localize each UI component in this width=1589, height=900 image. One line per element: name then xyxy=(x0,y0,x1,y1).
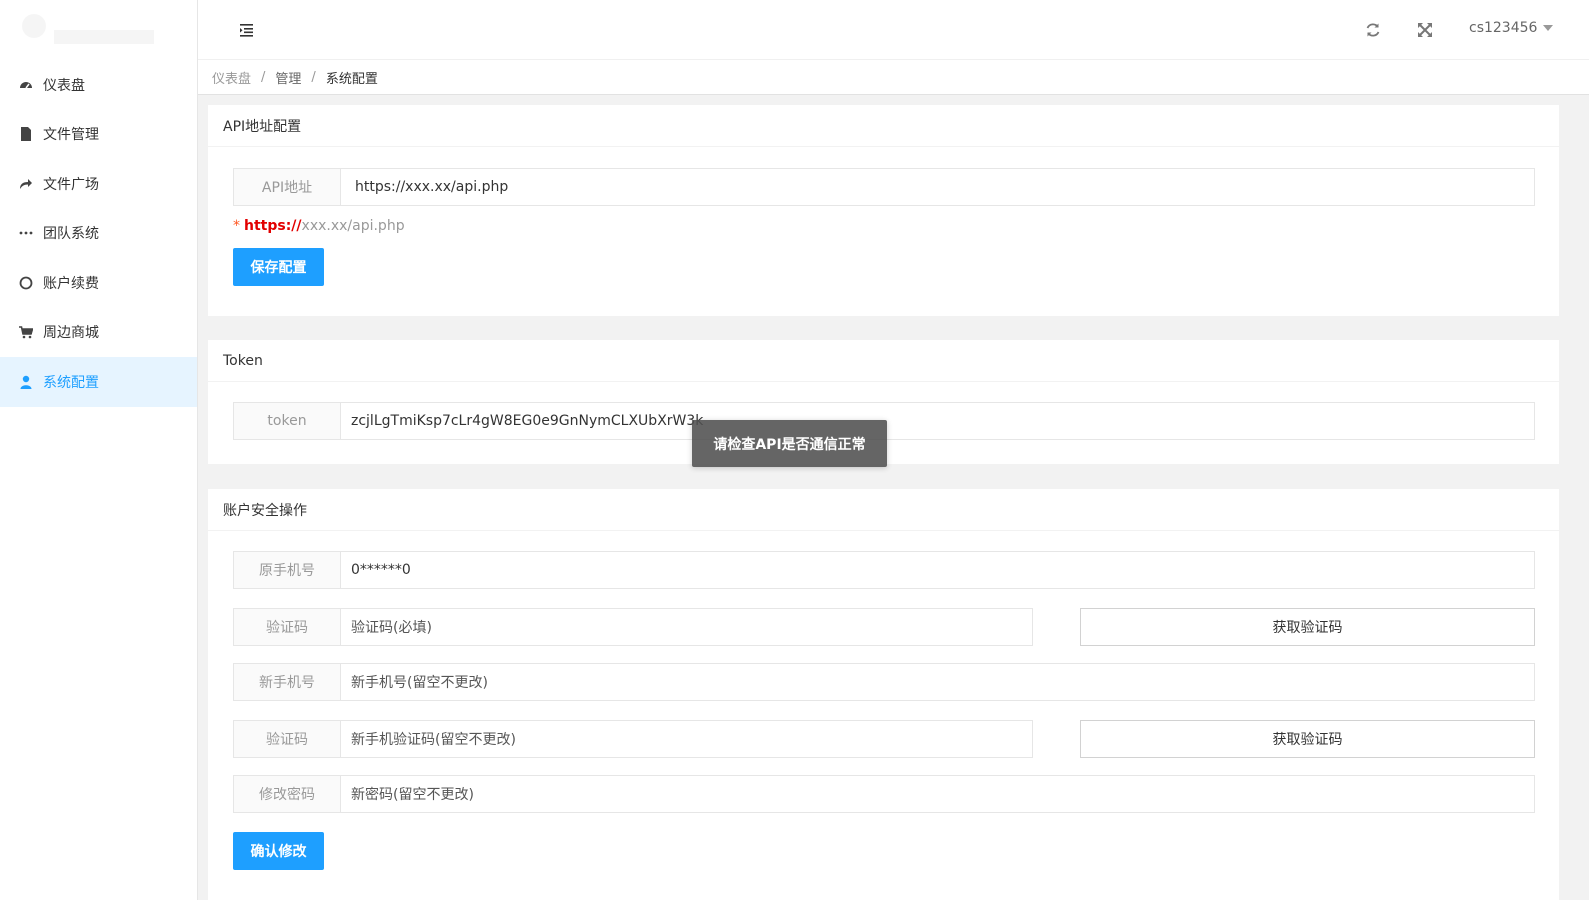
dashboard-icon xyxy=(19,78,33,92)
card-title: 账户安全操作 xyxy=(208,489,1559,531)
sidebar-item-label: 仪表盘 xyxy=(43,77,85,94)
api-url-input[interactable]: https://xxx.xx/api.php xyxy=(341,168,1535,206)
hint-path: xxx.xx/api.php xyxy=(301,218,405,234)
new-phone-label: 新手机号 xyxy=(233,663,341,701)
confirm-change-button[interactable]: 确认修改 xyxy=(233,832,324,870)
new-code-label: 验证码 xyxy=(233,720,341,758)
old-phone-row: 原手机号 0******0 xyxy=(233,551,1535,589)
logo-watermark-icon xyxy=(22,14,154,44)
old-phone-label: 原手机号 xyxy=(233,551,341,589)
sidebar-item-dashboard[interactable]: 仪表盘 xyxy=(0,60,197,110)
sidebar-item-renew[interactable]: 账户续费 xyxy=(0,258,197,308)
sidebar-item-label: 文件管理 xyxy=(43,127,99,144)
card-title: Token xyxy=(208,340,1559,382)
api-url-label: API地址 xyxy=(233,168,341,206)
breadcrumb-item: 系统配置 xyxy=(325,71,378,87)
api-url-row: API地址 https://xxx.xx/api.php xyxy=(233,168,1535,206)
toast-message: 请检查API是否通信正常 xyxy=(692,420,887,467)
sidebar-item-label: 系统配置 xyxy=(43,374,99,391)
verify-code-row: 验证码 验证码(必填) xyxy=(233,608,1033,646)
breadcrumb-item[interactable]: 仪表盘 xyxy=(212,68,251,87)
username: cs123456 xyxy=(1469,20,1538,36)
breadcrumb-separator: / xyxy=(311,69,316,85)
circle-icon xyxy=(19,276,33,290)
cart-icon xyxy=(19,325,33,339)
password-label: 修改密码 xyxy=(233,775,341,813)
chevron-down-icon xyxy=(1543,25,1554,31)
menu-toggle-icon[interactable] xyxy=(238,22,256,38)
required-star: * xyxy=(233,218,240,234)
logo[interactable] xyxy=(0,0,197,60)
api-url-hint: * https://xxx.xx/api.php xyxy=(233,218,405,234)
new-code-row: 验证码 新手机验证码(留空不更改) xyxy=(233,720,1033,758)
api-config-card: API地址配置 API地址 https://xxx.xx/api.php * ht… xyxy=(208,105,1559,316)
get-new-code-button[interactable]: 获取验证码 xyxy=(1080,720,1535,758)
sidebar-item-label: 账户续费 xyxy=(43,275,99,292)
token-input[interactable]: zcjlLgTmiKsp7cLr4gW8EG0e9GnNymCLXUbXrW3k xyxy=(341,402,1535,440)
user-icon xyxy=(19,375,33,389)
new-phone-row: 新手机号 新手机号(留空不更改) xyxy=(233,663,1535,701)
verify-code-input[interactable]: 验证码(必填) xyxy=(341,608,1033,646)
card-title: API地址配置 xyxy=(208,105,1559,147)
hint-protocol: https:// xyxy=(244,218,302,234)
user-menu[interactable]: cs123456 xyxy=(1469,20,1554,36)
new-code-input[interactable]: 新手机验证码(留空不更改) xyxy=(341,720,1033,758)
sidebar-item-file-square[interactable]: 文件广场 xyxy=(0,159,197,209)
breadcrumb-item[interactable]: 管理 xyxy=(275,68,301,87)
fullscreen-icon[interactable] xyxy=(1416,21,1434,39)
old-phone-field[interactable]: 0******0 xyxy=(341,551,1535,589)
sidebar-item-files[interactable]: 文件管理 xyxy=(0,110,197,160)
password-row: 修改密码 新密码(留空不更改) xyxy=(233,775,1535,813)
password-input[interactable]: 新密码(留空不更改) xyxy=(341,775,1535,813)
sidebar-item-shop[interactable]: 周边商城 xyxy=(0,308,197,358)
file-icon xyxy=(19,127,33,142)
sidebar-item-label: 周边商城 xyxy=(43,325,99,342)
new-phone-input[interactable]: 新手机号(留空不更改) xyxy=(341,663,1535,701)
share-icon xyxy=(19,177,33,191)
verify-code-label: 验证码 xyxy=(233,608,341,646)
token-label: token xyxy=(233,402,341,440)
sidebar-item-team[interactable]: 团队系统 xyxy=(0,209,197,259)
breadcrumb: 仪表盘 / 管理 / 系统配置 xyxy=(198,60,1589,95)
top-header: cs123456 xyxy=(198,0,1589,60)
breadcrumb-separator: / xyxy=(261,69,266,85)
sidebar-item-label: 团队系统 xyxy=(43,226,99,243)
refresh-icon[interactable] xyxy=(1364,21,1382,39)
sidebar: 仪表盘 文件管理 文件广场 团队系统 账户续费 周边商城 系统配置 xyxy=(0,0,198,900)
account-security-card: 账户安全操作 原手机号 0******0 验证码 验证码(必填) 获取验证码 新… xyxy=(208,489,1559,900)
save-config-button[interactable]: 保存配置 xyxy=(233,248,324,286)
ellipsis-icon xyxy=(19,226,33,240)
sidebar-item-system-config[interactable]: 系统配置 xyxy=(0,357,197,407)
sidebar-item-label: 文件广场 xyxy=(43,176,99,193)
get-code-button[interactable]: 获取验证码 xyxy=(1080,608,1535,646)
